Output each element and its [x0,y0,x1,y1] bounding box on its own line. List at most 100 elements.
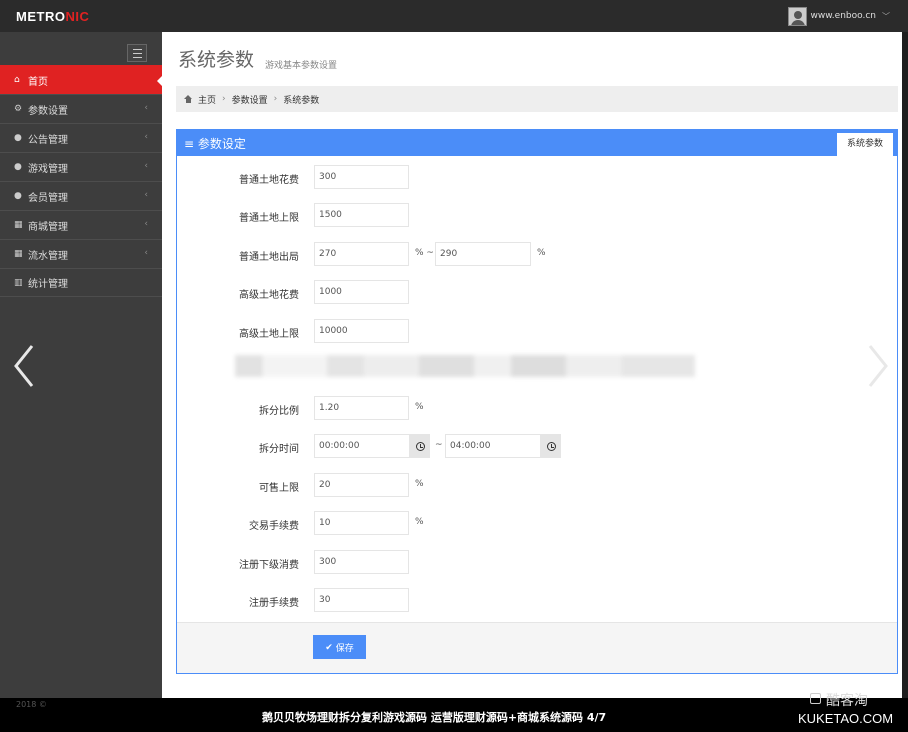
advanced-land-limit-input[interactable]: 10000 [314,319,409,343]
chevron-right-icon: › [273,94,278,104]
user-icon: ● [14,133,22,143]
sidebar-item-home[interactable]: ⌂ 首页 [0,65,163,94]
sidebar-item-members[interactable]: ● 会员管理 ‹ [0,181,162,210]
home-icon: ⌂ [14,75,20,85]
chevron-left-icon: ‹ [144,103,148,113]
menu-icon-line [133,49,142,50]
logo-accent-text: NIC [65,9,90,24]
chevron-right-icon: › [222,94,226,104]
gallery-caption: 鹅贝贝牧场理财拆分复利游戏源码 运营版理财源码+商城系统源码 4/7 [262,711,607,724]
table-icon: ▦ [14,220,23,230]
sidebar-item-label: 游戏管理 [28,163,68,175]
sidebar-item-label: 商城管理 [28,221,68,233]
advanced-land-cost-input[interactable]: 1000 [314,280,409,304]
menu-icon-line [133,53,142,54]
form-actions: ✔ 保存 [177,622,897,673]
sidebar-item-label: 公告管理 [28,134,68,146]
form-row: 注册下级消费 300 [177,550,897,574]
menu-icon-line [133,57,142,58]
main-content: 系统参数 游戏基本参数设置 主页 › 参数设置 › 系统参数 ≡ 参数设定 系统… [162,32,902,698]
brand-logo[interactable]: METRONIC [16,9,89,24]
portlet-title-text: 参数设定 [197,137,246,151]
normal-land-cost-input[interactable]: 300 [314,165,409,189]
chevron-down-icon: ﹀ [882,11,890,21]
split-ratio-input[interactable]: 1.20 [314,396,409,420]
user-menu[interactable]: www.enboo.cn ﹀ [787,6,890,26]
field-label: 可售上限 [259,483,299,494]
save-button[interactable]: ✔ 保存 [313,635,366,659]
unit-label: % [415,479,424,489]
field-label: 注册手续费 [249,598,299,609]
sell-limit-input[interactable]: 20 [314,473,409,497]
sidebar-menu: ⌂ 首页 ⚙ 参数设置 ‹ ● 公告管理 ‹ ● 游戏管理 ‹ ● 会员管理 ‹… [0,65,163,297]
time-picker-button[interactable] [410,434,430,458]
trade-fee-input[interactable]: 10 [314,511,409,535]
form-row: 拆分时间 00:00:00 ~ 04:00:00 [177,434,897,458]
username: www.enboo.cn [810,11,876,21]
field-label: 普通土地出局 [239,252,299,263]
sidebar-item-shop[interactable]: ▦ 商城管理 ‹ [0,210,162,239]
register-sub-cost-input[interactable]: 300 [314,550,409,574]
unit-label: % [537,248,546,258]
logo-text: METRO [16,9,66,24]
form-row: 高级土地上限 10000 [177,319,897,343]
sidebar-item-label: 参数设置 [28,105,68,117]
chevron-left-icon: ‹ [144,219,148,229]
sidebar-item-notices[interactable]: ● 公告管理 ‹ [0,123,162,152]
sidebar-item-label: 统计管理 [28,279,68,290]
blurred-region [235,355,695,377]
previous-arrow-icon[interactable] [12,344,36,388]
breadcrumb-home-link[interactable]: 主页 [198,93,216,106]
register-fee-input[interactable]: 30 [314,588,409,612]
avatar [787,6,807,26]
unit-label: % [415,517,424,527]
sidebar-item-statistics[interactable]: ▥ 统计管理 [0,268,162,297]
normal-land-output-from-input[interactable]: 270 [314,242,409,266]
chevron-left-icon: ‹ [144,190,148,200]
list-icon: ≡ [184,137,198,151]
normal-land-output-to-input[interactable]: 290 [435,242,531,266]
time-picker-button[interactable] [541,434,561,458]
watermark-logo-icon [810,693,821,704]
split-time-start-input[interactable]: 00:00:00 [314,434,410,458]
tab-system-params[interactable]: 系统参数 [837,133,893,156]
unit-label: % [415,402,424,412]
field-label: 拆分比例 [259,406,299,417]
field-label: 交易手续费 [249,521,299,532]
sidebar-toggle-button[interactable] [127,44,147,62]
portlet-header: ≡ 参数设定 系统参数 [177,130,897,156]
sidebar-item-games[interactable]: ● 游戏管理 ‹ [0,152,162,181]
table-icon: ▦ [14,249,23,259]
watermark-domain: KUKETAO.COM [798,711,894,726]
chevron-left-icon: ‹ [144,161,148,171]
settings-form: 普通土地花费 300 普通土地上限 1500 普通土地出局 270 % ~ 29… [177,156,897,622]
unit-label: % ~ [415,248,434,258]
cogs-icon: ⚙ [14,104,23,114]
bar-chart-icon: ▥ [14,277,23,288]
split-time-end-input[interactable]: 04:00:00 [445,434,541,458]
form-row: 交易手续费 10 % [177,511,897,535]
top-header: METRONIC www.enboo.cn ﹀ [0,0,908,32]
home-icon [184,95,193,103]
watermark-name: 酷客淘 [826,693,868,709]
form-row: 拆分比例 1.20 % [177,396,897,420]
breadcrumb-params-link[interactable]: 参数设置 [232,93,268,106]
portlet-title: ≡ 参数设定 [184,135,246,152]
chevron-left-icon: ‹ [144,248,148,258]
sidebar-item-label: 首页 [28,76,48,88]
normal-land-limit-input[interactable]: 1500 [314,203,409,227]
field-label: 注册下级消费 [239,560,299,571]
copyright-text: 2018 © [16,700,47,709]
sidebar-item-params[interactable]: ⚙ 参数设置 ‹ [0,94,162,123]
user-icon: ● [14,162,22,172]
check-icon: ✔ [325,641,333,652]
next-arrow-icon[interactable] [866,344,890,388]
field-label: 普通土地上限 [239,213,299,224]
field-label: 普通土地花费 [239,175,299,186]
sidebar-item-transactions[interactable]: ▦ 流水管理 ‹ [0,239,162,268]
field-label: 高级土地花费 [239,290,299,301]
breadcrumb: 主页 › 参数设置 › 系统参数 [176,86,898,112]
sidebar-item-label: 流水管理 [28,250,68,262]
field-label: 拆分时间 [259,444,299,455]
page-title: 系统参数 [178,49,255,71]
